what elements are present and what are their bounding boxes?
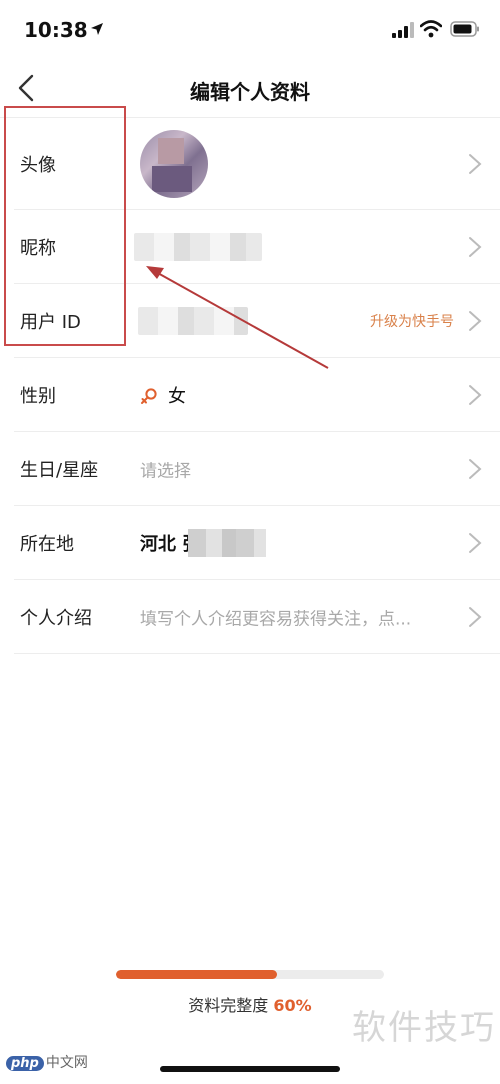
row-bio[interactable]: 个人介绍 填写个人介绍更容易获得关注，点... bbox=[0, 580, 500, 654]
wifi-icon bbox=[420, 20, 442, 38]
upgrade-kuaishou-id-link[interactable]: 升级为快手号 bbox=[370, 311, 454, 331]
signal-icon bbox=[392, 22, 414, 38]
birthday-placeholder: 请选择 bbox=[140, 461, 191, 482]
user-id-value-blurred bbox=[138, 307, 248, 335]
birthday-label: 生日/星座 bbox=[20, 460, 99, 481]
chevron-right-icon bbox=[469, 311, 482, 331]
page-title: 编辑个人资料 bbox=[190, 80, 310, 104]
watermark-left-text: 中文网 bbox=[45, 1055, 88, 1071]
avatar[interactable] bbox=[140, 130, 208, 198]
chevron-right-icon bbox=[469, 385, 482, 405]
php-badge: php bbox=[6, 1056, 44, 1071]
battery-icon bbox=[450, 21, 479, 37]
bio-placeholder: 填写个人介绍更容易获得关注，点... bbox=[140, 609, 412, 630]
chevron-right-icon bbox=[469, 237, 482, 257]
chevron-right-icon bbox=[469, 607, 482, 627]
status-time: 10:38 bbox=[24, 18, 88, 42]
bio-label: 个人介绍 bbox=[20, 608, 92, 629]
status-bar: 10:38 bbox=[0, 0, 500, 60]
highlight-box bbox=[4, 106, 126, 346]
row-location[interactable]: 所在地 河北 张 bbox=[0, 506, 500, 580]
progress-label: 资料完整度 bbox=[188, 996, 269, 1015]
home-indicator bbox=[160, 1066, 340, 1072]
female-icon bbox=[141, 388, 157, 404]
nickname-value-blurred bbox=[134, 233, 262, 261]
location-arrow-icon bbox=[91, 23, 103, 35]
gender-text: 女 bbox=[168, 386, 186, 407]
watermark-right: 软件技巧 bbox=[352, 1008, 496, 1048]
chevron-right-icon bbox=[469, 154, 482, 174]
chevron-right-icon bbox=[469, 533, 482, 553]
profile-completeness-bar bbox=[116, 970, 384, 979]
row-gender[interactable]: 性别 女 bbox=[0, 358, 500, 432]
gender-label: 性别 bbox=[20, 386, 56, 407]
chevron-right-icon bbox=[469, 459, 482, 479]
location-label: 所在地 bbox=[20, 534, 74, 555]
progress-percent: 60% bbox=[273, 996, 312, 1015]
gender-value: 女 bbox=[140, 382, 186, 408]
watermark-left: php 中文网 bbox=[6, 1052, 88, 1072]
location-value-blurred bbox=[188, 529, 266, 557]
row-birthday[interactable]: 生日/星座 请选择 bbox=[0, 432, 500, 506]
progress-fill bbox=[116, 970, 277, 979]
